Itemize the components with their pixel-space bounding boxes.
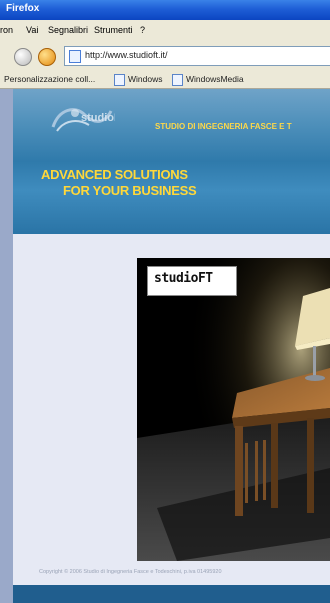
copyright-text: Copyright © 2006 Studio di Ingegneria Fa…: [39, 569, 222, 575]
bookmark-windows[interactable]: Windows: [128, 74, 162, 84]
headline-line-1: ADVANCED SOLUTIONS: [41, 167, 188, 182]
menu-item-help[interactable]: ?: [140, 25, 145, 35]
navigation-toolbar: http://www.studioft.it/: [0, 42, 330, 71]
address-url: http://www.studioft.it/: [85, 50, 168, 60]
logo-swirl-icon: studioFT: [51, 108, 115, 132]
hero-image[interactable]: studioFT: [137, 258, 330, 561]
headline-line-2: FOR YOUR BUSINESS: [63, 183, 197, 198]
home-button[interactable]: [38, 48, 56, 66]
page-icon: [69, 50, 81, 63]
menu-item-tools[interactable]: Strumenti: [94, 25, 133, 35]
back-button[interactable]: [14, 48, 32, 66]
photo-logo-box: studioFT: [147, 266, 237, 296]
menu-item-file[interactable]: ron: [0, 25, 13, 35]
site-header: studioFT STUDIO DI INGEGNERIA FASCE E T …: [13, 89, 330, 234]
window-title: Firefox: [6, 3, 40, 14]
bookmark-personalize[interactable]: Personalizzazione coll...: [4, 74, 95, 84]
bookmark-page-icon: [114, 74, 125, 86]
web-page: studioFT STUDIO DI INGEGNERIA FASCE E T …: [13, 89, 330, 603]
bookmark-page-icon: [172, 74, 183, 86]
address-bar[interactable]: http://www.studioft.it/: [64, 46, 330, 66]
bookmarks-toolbar: Personalizzazione coll... Windows Window…: [0, 70, 330, 89]
desk-lamp-illustration: [137, 258, 330, 561]
bottom-bar: [13, 585, 330, 603]
site-tagline: STUDIO DI INGEGNERIA FASCE E T: [155, 122, 292, 131]
logo-wordmark: studioFT: [81, 112, 115, 124]
menu-item-bookmarks[interactable]: Segnalibri: [48, 25, 88, 35]
sidebar-edge: [0, 89, 13, 603]
menu-bar: ron Vai Segnalibri Strumenti ?: [0, 20, 330, 43]
main-content: studioFT: [13, 234, 330, 561]
bookmark-windowsmedia[interactable]: WindowsMedia: [186, 74, 244, 84]
menu-item-go[interactable]: Vai: [26, 25, 38, 35]
photo-logo-text: studioFT: [154, 271, 213, 286]
title-bar: Firefox: [0, 0, 330, 20]
footer: Copyright © 2006 Studio di Ingegneria Fa…: [13, 561, 330, 585]
